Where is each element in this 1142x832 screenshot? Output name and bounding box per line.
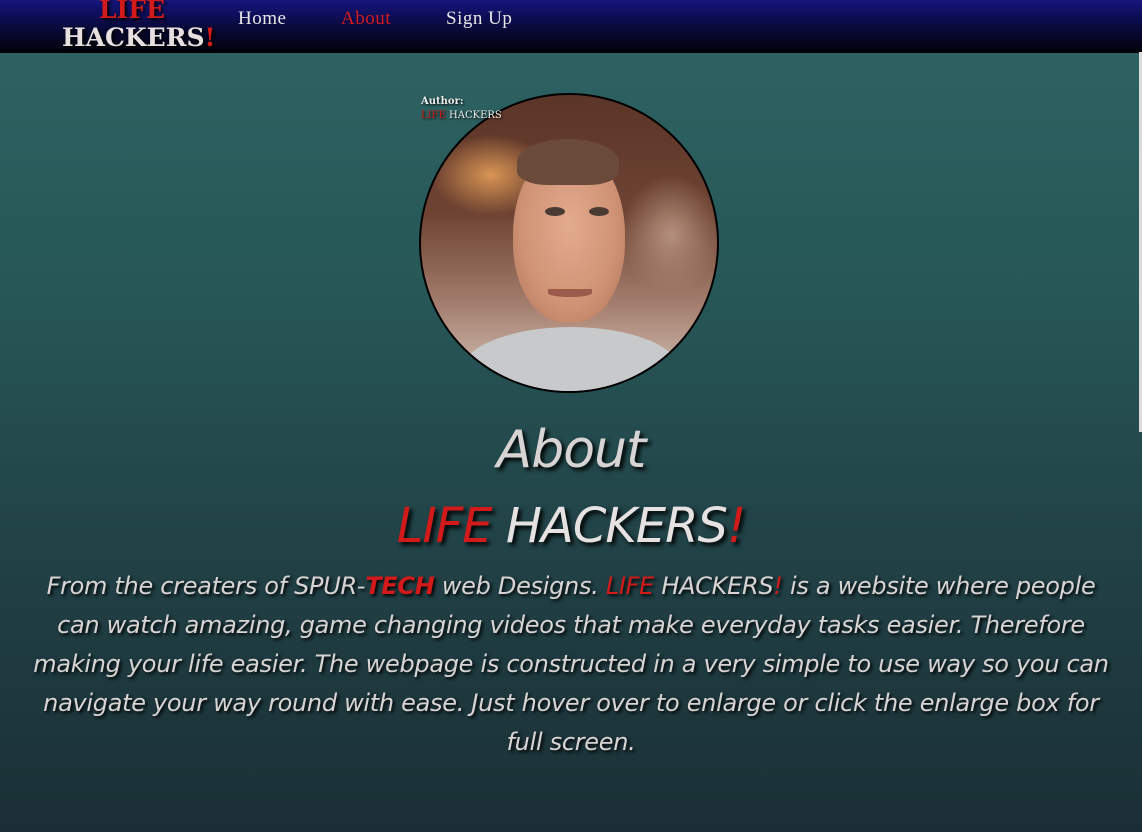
author-label: Author: bbox=[421, 96, 464, 107]
brand-heading-hackers: HACKERS bbox=[491, 498, 728, 554]
logo-exclaim: ! bbox=[204, 23, 216, 52]
about-description: From the creaters of SPUR-TECH web Desig… bbox=[30, 567, 1112, 762]
desc-life: LIFE bbox=[605, 572, 655, 600]
top-navbar: LIFE HACKERS! Home About Sign Up bbox=[0, 0, 1142, 53]
desc-hackers: HACKERS bbox=[654, 572, 774, 600]
photo-hair bbox=[517, 139, 619, 185]
author-brand-life: LIFE bbox=[421, 110, 446, 121]
nav-link-about[interactable]: About bbox=[341, 8, 391, 30]
photo-eye-right bbox=[589, 207, 609, 216]
author-photo bbox=[419, 93, 719, 393]
logo-hackers: HACKERS! bbox=[62, 23, 216, 52]
author-brand-hackers: HACKERS bbox=[445, 110, 502, 121]
nav-link-home[interactable]: Home bbox=[238, 8, 286, 30]
photo-eye-left bbox=[545, 207, 565, 216]
brand-heading-exclaim: ! bbox=[726, 498, 746, 554]
desc-part2: web Designs. bbox=[434, 572, 606, 600]
desc-part1: From the creaters of SPUR- bbox=[46, 572, 366, 600]
nav-link-signup[interactable]: Sign Up bbox=[446, 8, 512, 30]
site-logo[interactable]: LIFE HACKERS! bbox=[62, 0, 216, 52]
photo-shirt bbox=[461, 327, 681, 391]
author-caption: Author: LIFE HACKERS bbox=[421, 95, 502, 123]
desc-exclaim: ! bbox=[773, 572, 783, 600]
brand-heading: LIFE HACKERS! bbox=[0, 498, 1142, 554]
logo-life: LIFE bbox=[98, 0, 166, 24]
about-title: About bbox=[496, 420, 647, 480]
brand-heading-life: LIFE bbox=[396, 498, 493, 554]
author-brand: LIFE HACKERS bbox=[421, 109, 502, 123]
photo-mouth bbox=[548, 289, 592, 297]
logo-hackers-text: HACKERS bbox=[62, 23, 205, 52]
desc-tech: TECH bbox=[365, 572, 435, 600]
